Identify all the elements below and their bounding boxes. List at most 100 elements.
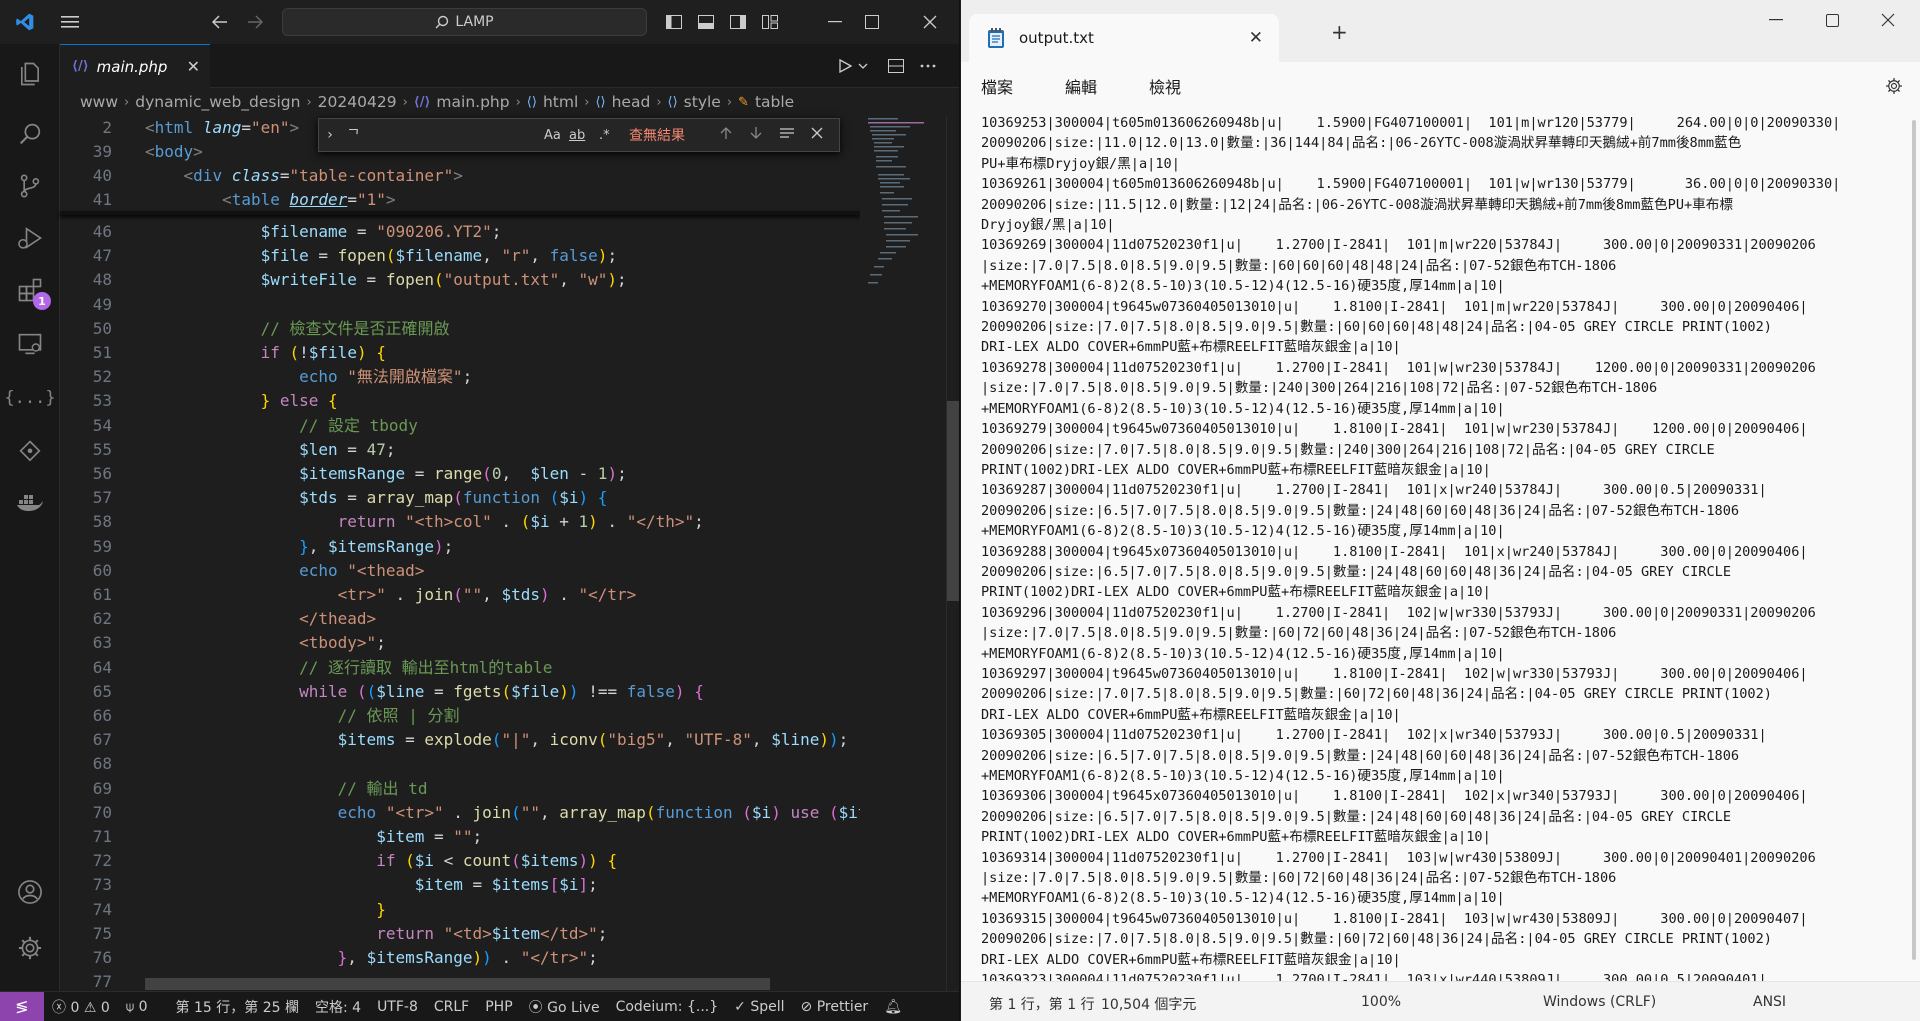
code-line[interactable]: 64 // 逐行讀取 輸出至html的table <box>60 656 860 680</box>
run-debug-icon[interactable] <box>0 210 60 266</box>
code-text[interactable]: echo "<thead> <box>145 559 424 583</box>
code-line[interactable]: 62 </thead> <box>60 607 860 631</box>
toggle-panel-icon[interactable] <box>692 0 720 44</box>
settings-gear-icon[interactable] <box>1884 76 1904 100</box>
match-case-button[interactable]: Aa <box>544 128 561 143</box>
code-text[interactable]: // 設定 tbody <box>145 414 418 438</box>
code-line[interactable]: 56 $itemsRange = range(0, $len - 1); <box>60 462 860 486</box>
code-text[interactable]: $writeFile = fopen("output.txt", "w"); <box>145 268 627 292</box>
code-text[interactable]: $len = 47; <box>145 438 395 462</box>
code-line[interactable]: 75 return "<td>$item</td>"; <box>60 922 860 946</box>
code-text[interactable]: }, $itemsRange); <box>145 535 453 559</box>
source-control-icon[interactable] <box>0 158 60 214</box>
close-window-icon[interactable] <box>1858 0 1918 40</box>
menu-view[interactable]: 檢視 <box>1149 74 1181 98</box>
ports-indicator[interactable]: ⍦ 0 <box>118 999 156 1015</box>
accounts-icon[interactable] <box>0 864 60 920</box>
code-line[interactable]: 60 echo "<thead> <box>60 559 860 583</box>
find-input[interactable] <box>347 123 527 147</box>
search-activity-icon[interactable] <box>0 106 60 162</box>
git-graph-icon[interactable] <box>0 424 60 480</box>
split-editor-icon[interactable] <box>888 44 912 88</box>
code-text[interactable]: if (!$file) { <box>145 341 386 365</box>
toggle-secondary-sidebar-icon[interactable] <box>724 0 752 44</box>
code-text[interactable]: $filename = "090206.YT2"; <box>145 220 502 244</box>
menu-file[interactable]: 檔案 <box>981 74 1013 98</box>
code-text[interactable]: return "<td>$item</td>"; <box>145 922 607 946</box>
close-tab-icon[interactable]: ✕ <box>1249 28 1263 48</box>
code-text[interactable]: $item = $items[$i]; <box>145 873 598 897</box>
close-window-icon[interactable] <box>910 0 950 44</box>
code-line[interactable]: 51 if (!$file) { <box>60 341 860 365</box>
more-actions-icon[interactable] <box>920 44 944 88</box>
code-text[interactable]: $tds = array_map(function ($i) { <box>145 486 607 510</box>
regex-button[interactable]: .* <box>599 128 610 143</box>
code-line[interactable]: 74 } <box>60 898 860 922</box>
json-tools-icon[interactable]: {...} <box>0 370 60 426</box>
indentation[interactable]: 空格: 4 <box>307 997 369 1017</box>
prettier-status[interactable]: ⊘ Prettier <box>793 999 877 1015</box>
code-line[interactable]: 67 $items = explode("|", iconv("big5", "… <box>60 728 860 752</box>
code-text[interactable]: $item = ""; <box>145 825 482 849</box>
spell-status[interactable]: ✓ Spell <box>726 999 792 1015</box>
code-text[interactable]: echo "<tr>" . join("", array_map(functio… <box>145 801 860 825</box>
remote-explorer-icon[interactable] <box>0 316 60 372</box>
breadcrumb-item[interactable]: table <box>755 93 794 111</box>
cursor-position[interactable]: 第 15 行，第 25 欄 <box>168 997 307 1017</box>
breadcrumb-item[interactable]: 20240429 <box>318 93 397 111</box>
minimize-icon[interactable] <box>815 0 855 44</box>
extensions-icon[interactable]: 1 <box>0 262 60 318</box>
code-text[interactable]: return "<th>col" . ($i + 1) . "</th>"; <box>145 510 704 534</box>
notepad-scrollbar[interactable] <box>1912 120 1916 960</box>
notepad-tab[interactable]: output.txt ✕ <box>969 14 1279 62</box>
code-text[interactable]: // 輸出 td <box>145 777 428 801</box>
code-editor[interactable]: 2 <html lang="en"> 39 <body> 40 <div class="… <box>60 116 860 991</box>
code-line[interactable]: 63 <tbody>"; <box>60 631 860 655</box>
customize-layout-icon[interactable] <box>756 0 784 44</box>
close-find-icon[interactable] <box>811 127 823 143</box>
code-text[interactable]: <div class="table-container"> <box>145 164 463 188</box>
code-line[interactable]: 65 while (($line = fgets($file)) !== fal… <box>60 680 860 704</box>
minimap[interactable] <box>860 116 946 991</box>
language-mode[interactable]: PHP <box>477 999 520 1015</box>
code-line[interactable]: 50 // 檢查文件是否正確開啟 <box>60 317 860 341</box>
code-text[interactable]: } else { <box>145 389 338 413</box>
code-text[interactable]: }, $itemsRange)) . "</tr>"; <box>145 946 598 970</box>
line-ending[interactable]: CRLF <box>426 999 477 1015</box>
breadcrumb-item[interactable]: html <box>543 93 578 111</box>
zoom-level[interactable]: 100% <box>1361 994 1401 1010</box>
tab-close-icon[interactable]: ✕ <box>187 57 200 76</box>
code-line[interactable]: 57 $tds = array_map(function ($i) { <box>60 486 860 510</box>
code-line[interactable]: 72 if ($i < count($items)) { <box>60 849 860 873</box>
match-word-button[interactable]: ab <box>569 128 585 143</box>
vertical-scrollbar[interactable] <box>946 116 959 991</box>
code-line[interactable]: 47 $file = fopen($filename, "r", false); <box>60 244 860 268</box>
code-line[interactable]: 52 echo "無法開啟檔案"; <box>60 365 860 389</box>
code-text[interactable]: } <box>145 898 386 922</box>
code-line[interactable]: 70 echo "<tr>" . join("", array_map(func… <box>60 801 860 825</box>
code-line[interactable]: 76 }, $itemsRange)) . "</tr>"; <box>60 946 860 970</box>
arrow-down-icon[interactable] <box>749 126 763 144</box>
run-file-icon[interactable] <box>838 44 878 88</box>
chevron-right-icon[interactable]: › <box>319 127 341 143</box>
code-line[interactable]: 59 }, $itemsRange); <box>60 535 860 559</box>
problems-indicator[interactable]: ⓧ 0 ⚠ 0 <box>44 997 118 1017</box>
code-line[interactable]: 55 $len = 47; <box>60 438 860 462</box>
back-arrow-icon[interactable] <box>205 0 235 44</box>
maximize-icon[interactable] <box>1802 0 1862 40</box>
new-tab-icon[interactable]: + <box>1331 20 1348 44</box>
code-text[interactable]: // 檢查文件是否正確開啟 <box>145 317 450 341</box>
code-line[interactable]: 61 <tr>" . join("", $tds) . "</tr> <box>60 583 860 607</box>
code-text[interactable]: <html lang="en"> <box>145 116 299 140</box>
breadcrumb-item[interactable]: head <box>612 93 651 111</box>
arrow-up-icon[interactable] <box>719 126 733 144</box>
code-text[interactable]: <table border="1"> <box>145 188 395 212</box>
code-line[interactable]: 73 $item = $items[$i]; <box>60 873 860 897</box>
code-line[interactable]: 41 <table border="1"> <box>60 188 860 212</box>
code-line[interactable]: 48 $writeFile = fopen("output.txt", "w")… <box>60 268 860 292</box>
code-line[interactable]: 68 <box>60 752 860 776</box>
code-text[interactable]: while (($line = fgets($file)) !== false)… <box>145 680 704 704</box>
encoding[interactable]: UTF-8 <box>369 999 426 1015</box>
code-text[interactable]: <tbody>"; <box>145 631 386 655</box>
code-text[interactable]: echo "無法開啟檔案"; <box>145 365 472 389</box>
